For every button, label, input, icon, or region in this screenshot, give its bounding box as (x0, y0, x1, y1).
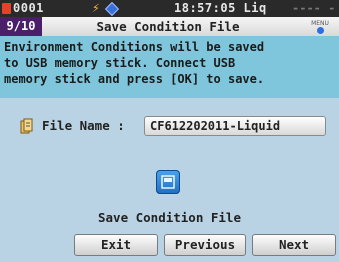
next-button[interactable]: Next (252, 234, 336, 256)
menu-dot (316, 27, 324, 34)
previous-button[interactable]: Previous (164, 234, 246, 256)
title-bar: 9/10 Save Condition File MENU (0, 17, 339, 36)
record-number: 0001 (13, 1, 44, 15)
save-icon (156, 170, 180, 194)
power-bolt-icon: ⚡ (92, 1, 100, 16)
file-name-label: File Name : (42, 118, 125, 133)
file-icon (20, 118, 33, 134)
status-time: 18:57:05 Liq (174, 1, 267, 15)
time-value: 18:57:05 (174, 1, 236, 15)
step-indicator: 9/10 (0, 17, 42, 36)
menu-icon-label: MENU (311, 20, 329, 27)
file-name-row: File Name : CF612202011-Liquid (20, 116, 335, 138)
instruction-message: Environment Conditions will be saved to … (0, 36, 339, 98)
record-indicator-icon (2, 3, 11, 14)
message-line: to USB memory stick. Connect USB (4, 56, 236, 70)
mode-value: Liq (243, 1, 267, 15)
message-line: Environment Conditions will be saved (4, 40, 265, 54)
menu-icon[interactable]: MENU (305, 20, 335, 34)
save-icon-glyph (161, 175, 175, 189)
screen: 0001 ⚡ 18:57:05 Liq ---- ---- 9/10 Save … (0, 0, 339, 262)
save-condition-label: Save Condition File (98, 210, 241, 225)
exit-button[interactable]: Exit (74, 234, 158, 256)
page-title: Save Condition File (96, 19, 240, 34)
usb-diamond-icon (104, 1, 120, 17)
status-bar: 0001 ⚡ 18:57:05 Liq ---- ---- (0, 0, 339, 29)
file-name-field[interactable]: CF612202011-Liquid (144, 116, 326, 136)
message-line: memory stick and press [OK] to save. (4, 72, 265, 86)
